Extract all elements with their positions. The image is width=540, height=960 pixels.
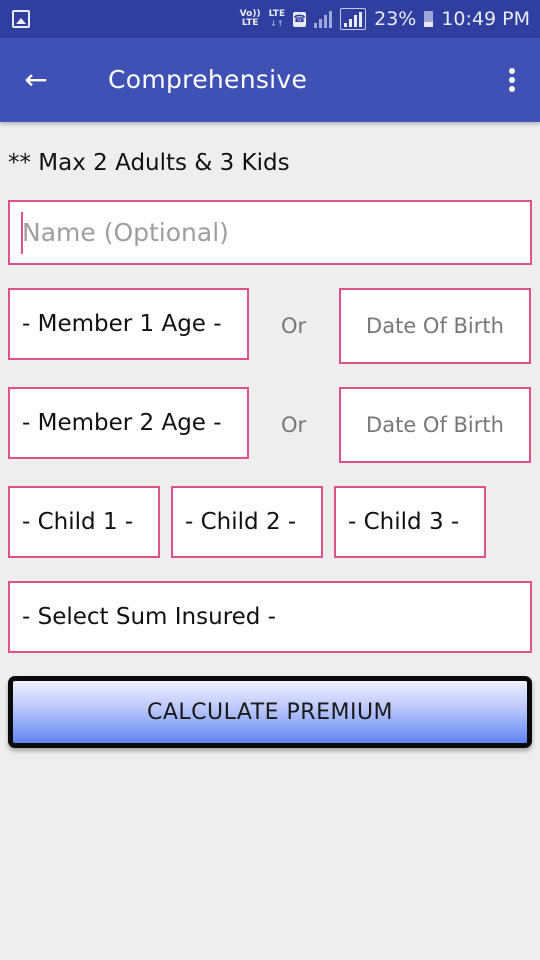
- calculate-premium-button[interactable]: CALCULATE PREMIUM: [8, 676, 532, 748]
- page-title: Comprehensive: [108, 65, 308, 94]
- app-bar: ← Comprehensive: [0, 38, 540, 122]
- or-label-1: Or: [281, 314, 307, 338]
- member1-dob-placeholder: Date Of Birth: [366, 314, 504, 338]
- sum-insured-label: - Select Sum Insured -: [22, 604, 276, 630]
- arrow-back-icon: ←: [24, 63, 48, 96]
- member1-dob-field[interactable]: Date Of Birth: [339, 288, 531, 364]
- member2-age-label: - Member 2 Age -: [22, 410, 222, 436]
- gallery-icon: [12, 10, 30, 28]
- child1-label: - Child 1 -: [22, 509, 134, 535]
- child2-age-spinner[interactable]: - Child 2 -: [171, 486, 323, 558]
- child1-age-spinner[interactable]: - Child 1 -: [8, 486, 160, 558]
- member2-age-spinner[interactable]: - Member 2 Age -: [8, 387, 249, 459]
- more-options-button[interactable]: [504, 64, 520, 96]
- volte-label-bottom: LTE: [241, 18, 259, 28]
- volte-icon: Vo)) LTE: [240, 10, 261, 28]
- member2-dob-field[interactable]: Date Of Birth: [339, 387, 531, 463]
- member2-dob-placeholder: Date Of Birth: [366, 413, 504, 437]
- or-label-2: Or: [281, 413, 307, 437]
- battery-percent: 23%: [374, 8, 417, 30]
- name-field-container: [8, 200, 532, 265]
- member1-age-spinner[interactable]: - Member 1 Age -: [8, 288, 249, 360]
- lte-arrows: ↓↑: [270, 19, 284, 28]
- back-button[interactable]: ←: [18, 62, 54, 98]
- name-input[interactable]: [10, 202, 530, 263]
- lte-label: LTE: [268, 9, 286, 19]
- child2-label: - Child 2 -: [185, 509, 297, 535]
- more-vert-icon: [509, 68, 515, 74]
- signal-sim2-icon: [340, 8, 367, 30]
- member-limit-note: ** Max 2 Adults & 3 Kids: [8, 150, 290, 176]
- clock: 10:49 PM: [441, 8, 530, 30]
- signal-sim1-icon: [314, 10, 333, 28]
- member1-age-label: - Member 1 Age -: [22, 311, 222, 337]
- child3-label: - Child 3 -: [348, 509, 460, 535]
- text-cursor: [21, 212, 23, 254]
- battery-charging-icon: [424, 11, 434, 27]
- sum-insured-spinner[interactable]: - Select Sum Insured -: [8, 581, 532, 653]
- status-bar: Vo)) LTE LTE ↓↑ ☎ 23% 10:49 PM: [0, 0, 540, 38]
- phone-icon: ☎: [293, 11, 307, 27]
- child3-age-spinner[interactable]: - Child 3 -: [334, 486, 486, 558]
- lte-data-icon: LTE ↓↑: [268, 9, 286, 29]
